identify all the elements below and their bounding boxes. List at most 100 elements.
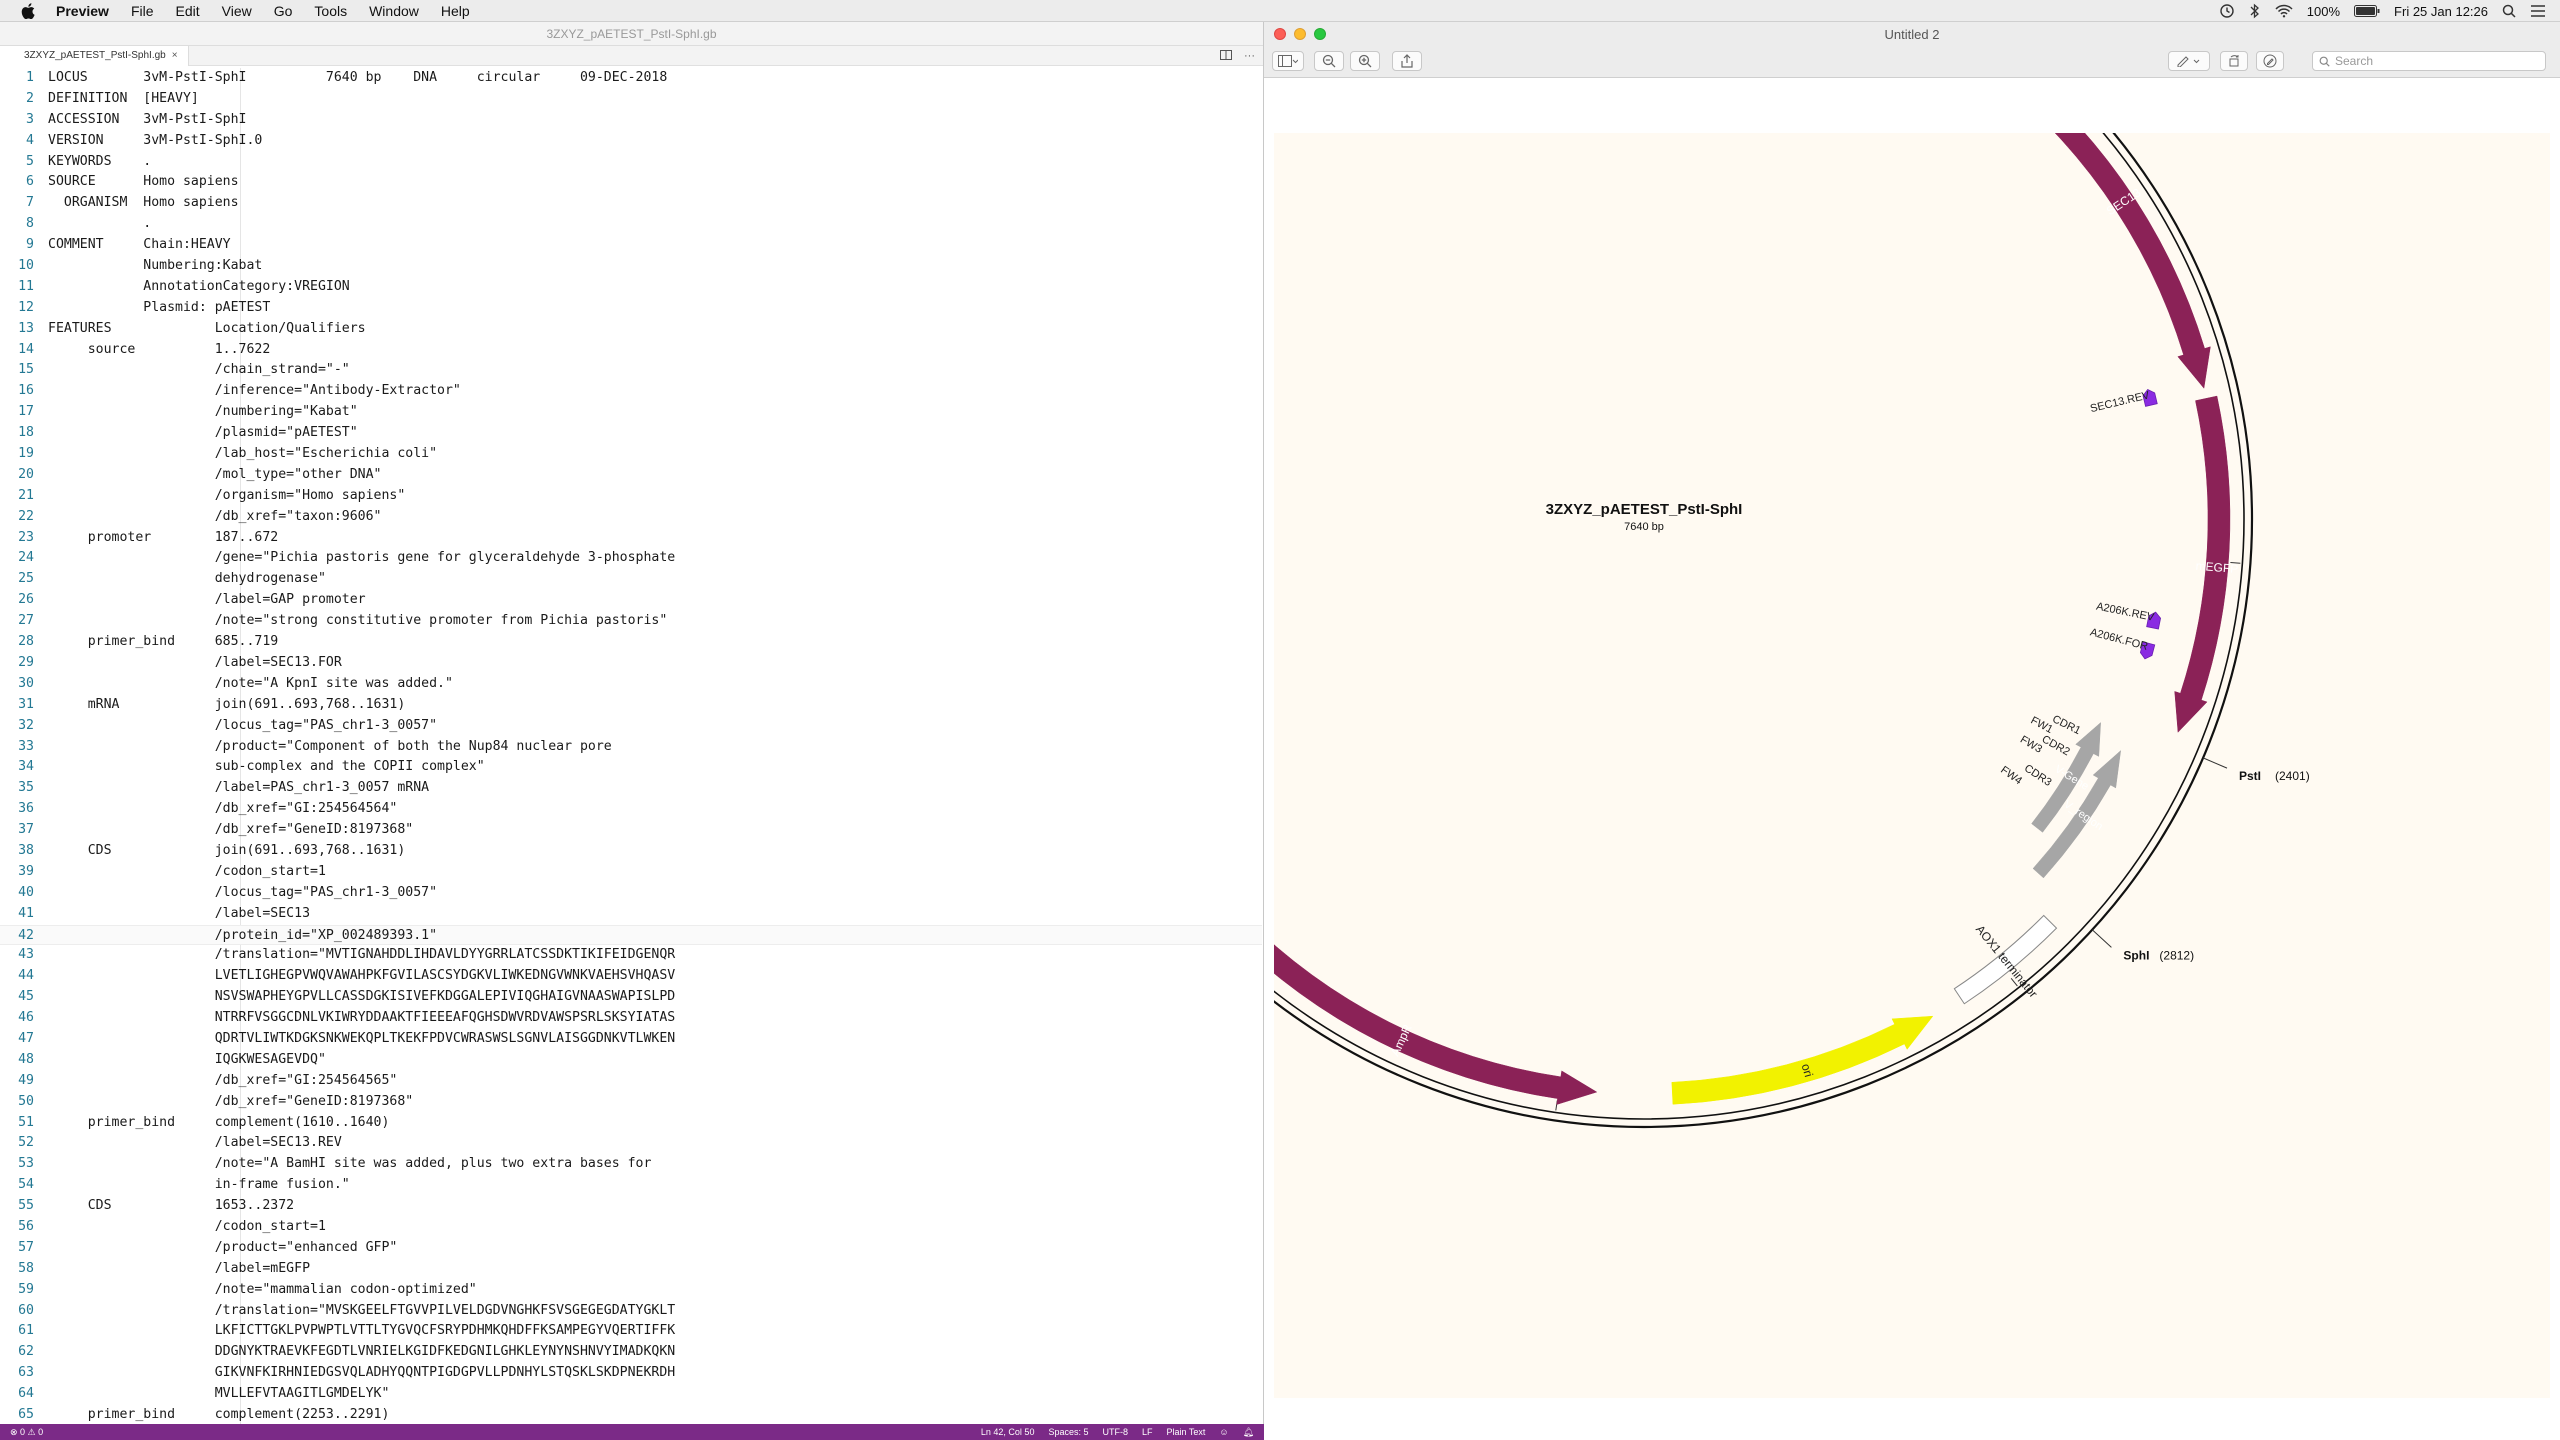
clock[interactable]: Fri 25 Jan 12:26 xyxy=(2394,4,2488,19)
code-line[interactable]: 60 /translation="MVSKGEELFTGVVPILVELDGDV… xyxy=(0,1301,1262,1322)
code-line[interactable]: 40 /locus_tag="PAS_chr1-3_0057" xyxy=(0,883,1262,904)
code-line[interactable]: 28 primer_bind 685..719 xyxy=(0,632,1262,653)
feature-shape[interactable] xyxy=(1057,0,1419,874)
code-line[interactable]: 58 /label=mEGFP xyxy=(0,1259,1262,1280)
bluetooth-icon[interactable] xyxy=(2249,3,2261,19)
end-of-line[interactable]: LF xyxy=(1142,1427,1153,1438)
code-line[interactable]: 63 GIKVNFKIRHNIEDGSVQLADHYQQNTPIGDGPVLLP… xyxy=(0,1363,1262,1384)
menu-file[interactable]: File xyxy=(131,3,154,19)
code-line[interactable]: 9 COMMENT Chain:HEAVY xyxy=(0,235,1262,256)
share-button[interactable] xyxy=(1392,51,1422,71)
code-line[interactable]: 51 primer_bind complement(1610..1640) xyxy=(0,1113,1262,1134)
code-line[interactable]: 45 NSVSWAPHEYGPVLLCASSDGKISIVEFKDGGALEPI… xyxy=(0,987,1262,1008)
code-line[interactable]: 2 DEFINITION [HEAVY] xyxy=(0,89,1262,110)
feedback-icon[interactable]: ☺ xyxy=(1219,1427,1228,1438)
bell-icon[interactable]: 🔔︎ xyxy=(1243,1427,1254,1438)
code-line[interactable]: 4 VERSION 3vM-PstI-SphI.0 xyxy=(0,131,1262,152)
code-line[interactable]: 13 FEATURES Location/Qualifiers xyxy=(0,319,1262,340)
primer-a206k-for[interactable]: A206K.FOR xyxy=(2089,626,2156,660)
feature-pphis4[interactable]: PpHIS4 xyxy=(1057,0,1419,874)
menu-view[interactable]: View xyxy=(222,3,252,19)
code-line[interactable]: 55 CDS 1653..2372 xyxy=(0,1196,1262,1217)
code-line[interactable]: 52 /label=SEC13.REV xyxy=(0,1133,1262,1154)
code-line[interactable]: 32 /locus_tag="PAS_chr1-3_0057" xyxy=(0,716,1262,737)
code-line[interactable]: 61 LKFICTTGKLPVPWPTLVTTLTYGVQCFSRYPDHMKQ… xyxy=(0,1321,1262,1342)
code-line[interactable]: 15 /chain_strand="-" xyxy=(0,360,1262,381)
code-line[interactable]: 11 AnnotationCategory:VREGION xyxy=(0,277,1262,298)
code-line[interactable]: 35 /label=PAS_chr1-3_0057 mRNA xyxy=(0,778,1262,799)
code-line[interactable]: 10 Numbering:Kabat xyxy=(0,256,1262,277)
code-line[interactable]: 19 /lab_host="Escherichia coli" xyxy=(0,444,1262,465)
code-line[interactable]: 46 NTRRFVSGGCDNLVKIWRYDDAAKTFIEEEAFQGHSD… xyxy=(0,1008,1262,1029)
wifi-icon[interactable] xyxy=(2275,4,2293,18)
code-line[interactable]: 12 Plasmid: pAETEST xyxy=(0,298,1262,319)
code-line[interactable]: 41 /label=SEC13 xyxy=(0,904,1262,925)
rotate-button[interactable] xyxy=(2220,51,2248,71)
feature-ampr[interactable]: AmpR xyxy=(1227,915,1598,1105)
code-line[interactable]: 14 source 1..7622 xyxy=(0,340,1262,361)
split-editor-icon[interactable] xyxy=(1220,49,1232,63)
primer-sec13-rev[interactable]: SEC13.REV xyxy=(2089,388,2158,415)
code-line[interactable]: 25 dehydrogenase" xyxy=(0,569,1262,590)
code-line[interactable]: 34 sub-complex and the COPII complex" xyxy=(0,757,1262,778)
code-line[interactable]: 59 /note="mammalian codon-optimized" xyxy=(0,1280,1262,1301)
code-line[interactable]: 37 /db_xref="GeneID:8197368" xyxy=(0,820,1262,841)
code-line[interactable]: 54 in-frame fusion." xyxy=(0,1175,1262,1196)
language-mode[interactable]: Plain Text xyxy=(1167,1427,1206,1438)
code-line[interactable]: 21 /organism="Homo sapiens" xyxy=(0,486,1262,507)
code-line[interactable]: 64 MVLLEFVTAAGITLGMDELYK" xyxy=(0,1384,1262,1405)
indentation[interactable]: Spaces: 5 xyxy=(1048,1427,1088,1438)
cursor-position[interactable]: Ln 42, Col 50 xyxy=(981,1427,1035,1438)
menu-edit[interactable]: Edit xyxy=(176,3,200,19)
code-line[interactable]: 3 ACCESSION 3vM-PstI-SphI xyxy=(0,110,1262,131)
code-line[interactable]: 33 /product="Component of both the Nup84… xyxy=(0,737,1262,758)
close-tab-icon[interactable]: × xyxy=(172,50,178,61)
site-sphi[interactable]: SphI (2812) xyxy=(2091,929,2194,963)
code-line[interactable]: 56 /codon_start=1 xyxy=(0,1217,1262,1238)
notification-center-icon[interactable] xyxy=(2530,4,2546,18)
code-line[interactable]: 27 /note="strong constitutive promoter f… xyxy=(0,611,1262,632)
feature-sec13[interactable]: SEC13 xyxy=(1976,45,2211,389)
code-line[interactable]: 23 promoter 187..672 xyxy=(0,528,1262,549)
markup-toolbar-button[interactable] xyxy=(2256,51,2284,71)
zoom-window-button[interactable] xyxy=(1314,28,1326,40)
site-psti[interactable]: PstI (2401) xyxy=(2202,757,2310,783)
code-line[interactable]: 17 /numbering="Kabat" xyxy=(0,402,1262,423)
code-line[interactable]: 16 /inference="Antibody-Extractor" xyxy=(0,381,1262,402)
time-machine-icon[interactable] xyxy=(2219,3,2235,19)
code-line[interactable]: 65 primer_bind complement(2253..2291) xyxy=(0,1405,1262,1426)
more-actions-icon[interactable]: ··· xyxy=(1244,50,1255,62)
minimize-window-button[interactable] xyxy=(1294,28,1306,40)
code-line[interactable]: 30 /note="A KpnI site was added." xyxy=(0,674,1262,695)
zoom-in-button[interactable] xyxy=(1350,51,1380,71)
code-line[interactable]: 62 DDGNYKTRAEVKFEGDTLVNRIELKGIDFKEDGNILG… xyxy=(0,1342,1262,1363)
code-line[interactable]: 53 /note="A BamHI site was added, plus t… xyxy=(0,1154,1262,1175)
feature-shape[interactable] xyxy=(1976,45,2211,389)
primer-a206k-rev[interactable]: A206K.REV xyxy=(2095,601,2162,630)
code-line[interactable]: 7 ORGANISM Homo sapiens xyxy=(0,193,1262,214)
code-line[interactable]: 48 IQGKWESAGEVDQ" xyxy=(0,1050,1262,1071)
primer-sec13-for[interactable]: SEC13.FOR xyxy=(1887,73,1938,135)
code-line[interactable]: 20 /mol_type="other DNA" xyxy=(0,465,1262,486)
sidebar-toggle-button[interactable] xyxy=(1272,51,1304,71)
code-line[interactable]: 8 . xyxy=(0,214,1262,235)
apple-menu-icon[interactable] xyxy=(18,1,38,21)
problems-count[interactable]: ⊗ 0 ⚠ 0 xyxy=(10,1427,43,1438)
code-line[interactable]: 36 /db_xref="GI:254564564" xyxy=(0,799,1262,820)
close-window-button[interactable] xyxy=(1274,28,1286,40)
feature-shape[interactable] xyxy=(1671,1015,1934,1105)
code-line[interactable]: 26 /label=GAP promoter xyxy=(0,590,1262,611)
code-line[interactable]: 38 CDS join(691..693,768..1631) xyxy=(0,841,1262,862)
markup-pen-button[interactable] xyxy=(2168,51,2210,71)
code-line[interactable]: 24 /gene="Pichia pastoris gene for glyce… xyxy=(0,548,1262,569)
code-line[interactable]: 42 /protein_id="XP_002489393.1" xyxy=(0,924,1262,946)
search-field[interactable]: Search xyxy=(2312,51,2546,71)
battery-icon[interactable] xyxy=(2354,5,2380,17)
code-line[interactable]: 18 /plasmid="pAETEST" xyxy=(0,423,1262,444)
feature-aox1-terminator[interactable]: AOX1 terminator xyxy=(1953,914,2058,1005)
encoding[interactable]: UTF-8 xyxy=(1102,1427,1128,1438)
feature-shape[interactable] xyxy=(1227,915,1598,1105)
code-line[interactable]: 39 /codon_start=1 xyxy=(0,862,1262,883)
code-line[interactable]: 49 /db_xref="GI:254564565" xyxy=(0,1071,1262,1092)
code-line[interactable]: 47 QDRTVLIWTKDGKSNKWEKQPLTKEKFPDVCWRASWS… xyxy=(0,1029,1262,1050)
